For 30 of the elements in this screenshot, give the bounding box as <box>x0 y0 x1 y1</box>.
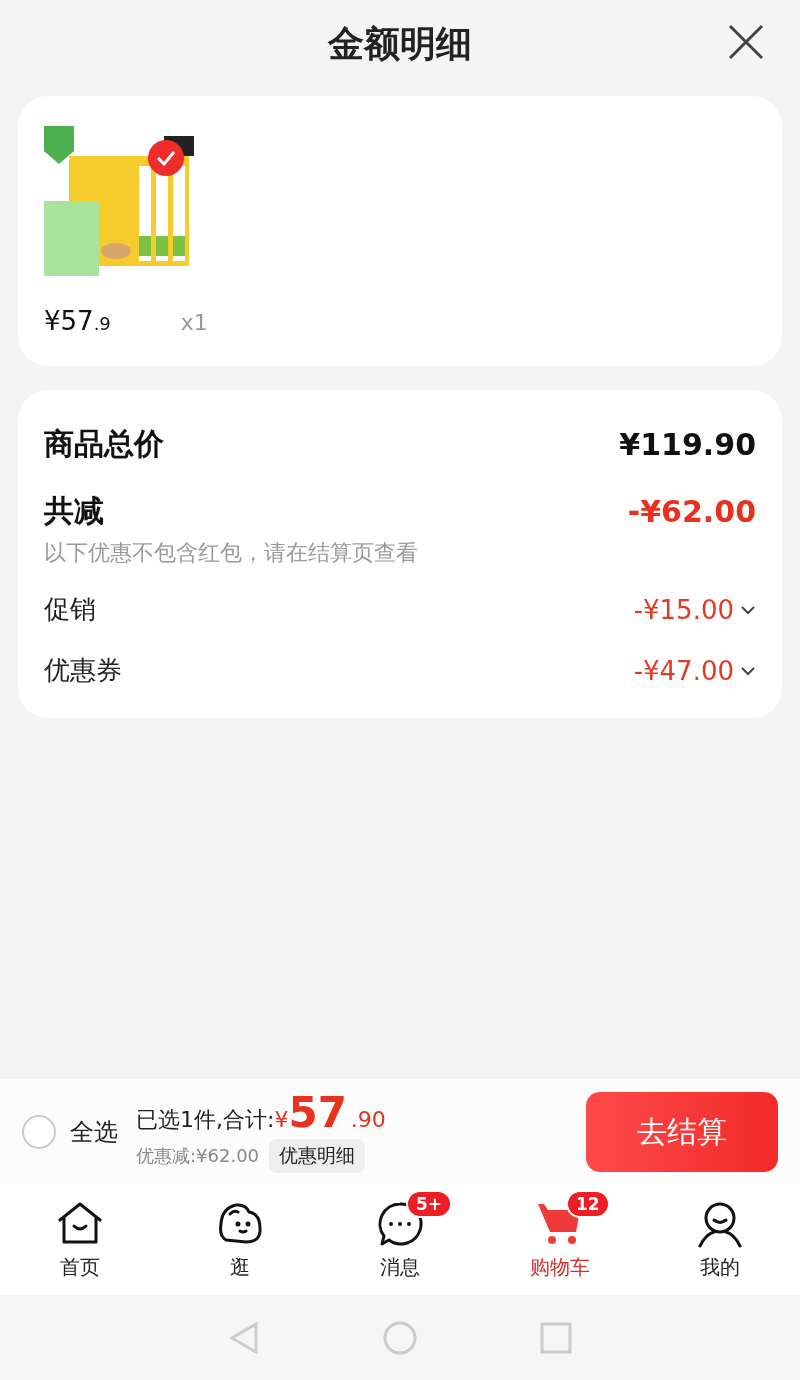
chevron-icon <box>740 604 756 615</box>
count-badge: 12 <box>566 1189 610 1218</box>
tab-item[interactable]: 逛 <box>160 1185 320 1295</box>
checkout-button[interactable]: 去结算 <box>586 1092 778 1172</box>
discount-line-label: 优惠券 <box>44 654 122 687</box>
tab-item[interactable]: 5+ 消息 <box>320 1185 480 1295</box>
total-label: 商品总价 <box>44 425 164 463</box>
quantity: x1 <box>180 310 208 335</box>
tab-item[interactable]: 12 购物车 <box>480 1185 640 1295</box>
product-price: ¥57.9 <box>44 306 111 336</box>
discount-value: -¥62.00 <box>627 494 756 529</box>
discount-label: 共减 <box>44 492 104 530</box>
discount-line-label: 促销 <box>44 593 96 626</box>
tab-item[interactable]: 首页 <box>0 1185 160 1295</box>
selected-summary: 已选1件,合计: <box>136 1105 275 1134</box>
count-badge: 5+ <box>406 1189 453 1218</box>
sheet-title: 金额明细 <box>328 21 472 66</box>
home-circle-icon[interactable] <box>382 1319 418 1356</box>
discount-details-button[interactable]: 优惠明细 <box>269 1138 366 1173</box>
total-value: ¥119.90 <box>619 427 756 462</box>
discount-note: 以下优惠不包含红包，请在结算页查看 <box>44 539 419 567</box>
discount-line-value[interactable]: -¥15.00 <box>633 594 756 625</box>
close-icon[interactable] <box>728 24 764 60</box>
chevron-icon <box>740 665 756 676</box>
savings-text: 优惠减:¥62.00 <box>136 1143 260 1168</box>
total-amount: ¥57.90 <box>274 1091 386 1134</box>
tab-item[interactable]: 我的 <box>640 1185 800 1295</box>
select-all-radio[interactable] <box>22 1115 56 1149</box>
select-all-label: 全选 <box>70 1117 118 1148</box>
discount-line-value[interactable]: -¥47.00 <box>633 655 756 686</box>
